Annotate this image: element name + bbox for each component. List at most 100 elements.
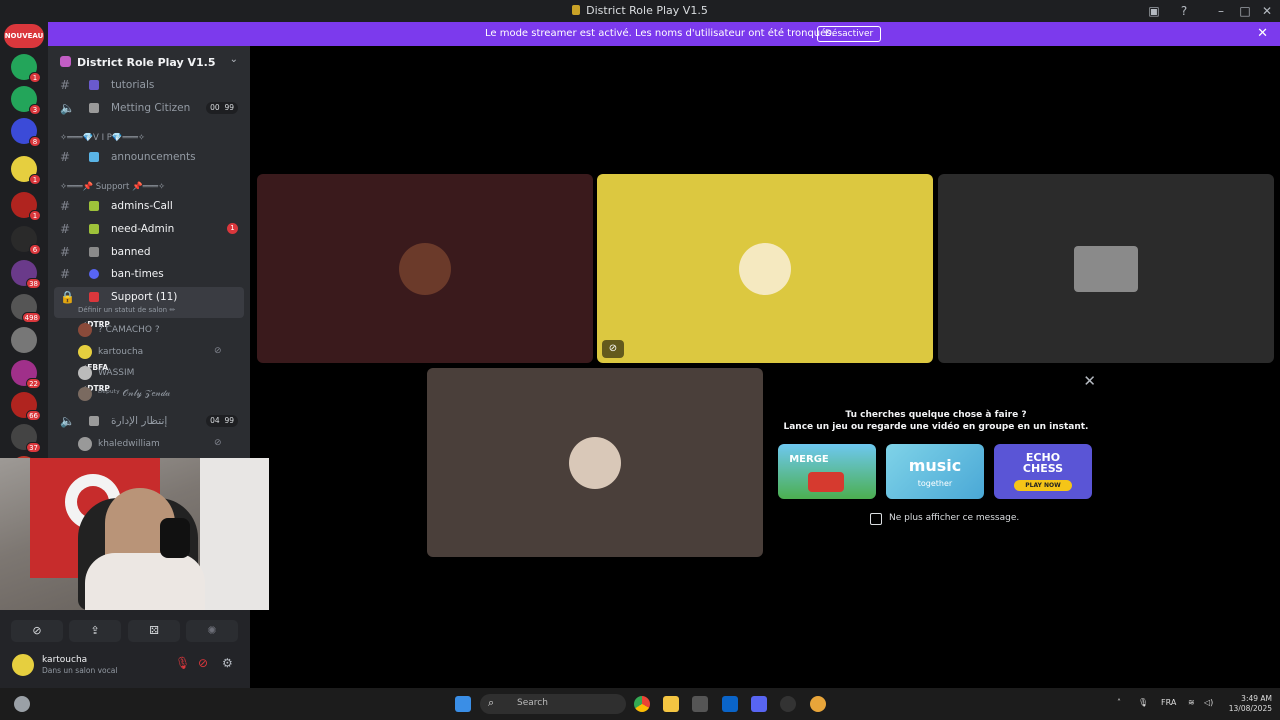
volume-icon[interactable]: ◁) [1204,698,1213,707]
avatar[interactable] [10,652,36,678]
file-explorer-icon[interactable] [663,696,679,712]
minimize-icon[interactable]: – [1213,3,1229,19]
server-icon[interactable]: 38 [11,260,41,289]
notification-badge: 37 [26,442,41,453]
server-icon[interactable]: 37 [11,424,41,453]
screen-share-icon[interactable]: ⇪ [69,620,121,642]
activity-title: Tu cherches quelque chose à faire ? [845,410,1027,420]
hourglass-icon [89,416,99,426]
participant-tile[interactable] [427,368,763,557]
participant-tile[interactable] [938,174,1274,363]
voice-member[interactable]: khaledwilliam ⊘ [78,434,244,454]
gear-icon[interactable]: ⚙ [222,656,233,670]
camera-off-icon[interactable]: ⊘ [11,620,63,642]
clock-icon [89,269,99,279]
channel-announcements[interactable]: # announcements [54,147,244,167]
participant-tile[interactable] [257,174,593,363]
streamer-banner: Le mode streamer est activé. Les noms d'… [48,22,1280,46]
category-support[interactable]: ✧═══📌 Support 📌═══✧ [60,182,165,192]
outlook-icon[interactable] [722,696,738,712]
voice-stage: ⊘ [250,46,1280,688]
channel-emoji-icon [89,80,99,90]
inbox-icon[interactable]: ▣ [1146,3,1162,19]
server-icon[interactable]: 22 [11,360,41,389]
mic-muted-icon[interactable]: 🎙 [175,656,190,670]
banner-close-icon[interactable]: ✕ [1257,26,1268,41]
voice-channel-metting[interactable]: 🔈 Metting Citizen 00 99 [54,98,244,118]
maximize-icon[interactable]: □ [1237,3,1253,19]
activity-music-together[interactable]: music together [886,444,984,499]
hourglass-icon [89,103,99,113]
soundboard-icon[interactable]: ✺ [186,620,238,642]
hash-icon: # [60,267,71,281]
close-icon[interactable]: ✕ [1083,372,1096,390]
headset-deafened-icon[interactable]: ⊘ [198,656,208,670]
new-badge[interactable]: NOUVEAU [4,24,44,48]
voice-member[interactable]: ? CAMACHO ? ⚡DTRP [78,320,244,340]
chrome-icon[interactable] [634,696,650,712]
server-icon[interactable] [11,327,37,353]
app-icon[interactable] [780,696,796,712]
server-icon[interactable]: 6 [11,226,41,255]
avatar [78,437,92,451]
microphone-icon[interactable]: 🎙 [1138,698,1148,707]
search-input[interactable]: ⌕ Search [480,694,626,714]
server-icon[interactable]: 1 [11,54,41,83]
server-icon[interactable]: 1 [11,156,41,185]
activity-icon[interactable]: ⚄ [128,620,180,642]
voice-channel-waiting[interactable]: 🔈 إنتظار الإدارة 04 99 [54,411,244,431]
hash-icon: # [60,78,71,92]
chrome-profile-icon[interactable] [810,696,826,712]
member-name: khaledwilliam [98,439,160,449]
discord-icon[interactable] [751,696,767,712]
channel-ban-times[interactable]: # ban-times [54,264,244,284]
voice-member[interactable]: kartoucha ⊘ [78,342,244,362]
activity-merge[interactable]: MERGE [778,444,876,499]
channel-admins-call[interactable]: # admins-Call [54,196,244,216]
member-name: ? CAMACHO ? [98,325,160,335]
notification-badge: 8 [29,136,41,147]
participant-tile[interactable]: ⊘ [597,174,933,363]
notification-badge: 3 [29,104,41,115]
microphone [160,518,190,558]
truck-icon [808,472,844,492]
dont-show-label[interactable]: Ne plus afficher ce message. [889,513,1019,523]
avatar [78,323,92,337]
disable-streamer-button[interactable]: Désactiver [817,26,882,42]
channel-need-admin[interactable]: # need-Admin 1 [54,219,244,239]
lock-icon: 🔒 [60,290,75,304]
member-name: ᴰᵉᵖᵘᵗʸ 𝒪𝓃𝓁𝓎 𝒵𝑒𝓃𝒹𝒶 [98,389,171,399]
clock[interactable]: 3:49 AM 13/08/2025 [1222,694,1272,714]
user-area: kartoucha Dans un salon vocal 🎙 ⊘ ⚙ [0,650,250,688]
voice-member[interactable]: ᴰᵉᵖᵘᵗʸ 𝒪𝓃𝓁𝓎 𝒵𝑒𝓃𝒹𝒶 ⚡DTRP [78,384,244,404]
window-title: District Role Play V1.5 [0,4,1280,17]
category-vip[interactable]: ✧═══💎V I P💎═══✧ [60,133,145,143]
streamer-shirt [85,553,205,610]
voice-channel-support[interactable]: 🔒 Support (11) Définir un statut de salo… [54,287,244,318]
start-icon[interactable] [455,696,471,712]
chevron-down-icon[interactable]: ⌄ [230,54,238,65]
store-icon[interactable] [692,696,708,712]
close-icon[interactable]: ✕ [1259,3,1275,19]
speaker-icon: 🔈 [60,414,75,428]
widgets-icon[interactable] [14,696,30,712]
help-icon[interactable]: ? [1176,3,1192,19]
diamond-icon [89,152,99,162]
language-indicator[interactable]: FRA [1161,698,1176,707]
server-icon[interactable]: 498 [11,294,41,323]
activity-echo-chess[interactable]: ECHO CHESS PLAY NOW [994,444,1092,499]
channel-banned[interactable]: # banned [54,242,244,262]
dont-show-checkbox[interactable] [870,513,882,525]
channel-tutorials[interactable]: # tutorials [54,75,244,95]
voice-member[interactable]: WASSIM ⚡FBFA [78,363,244,383]
server-icon[interactable]: 66 [11,392,41,421]
participant-avatar [1074,245,1138,292]
server-icon[interactable]: 1 [11,192,41,221]
server-header[interactable]: District Role Play V1.5 ⌄ [48,46,250,78]
chevron-up-icon[interactable]: ˄ [1117,698,1121,707]
channel-status[interactable]: Définir un statut de salon ✏ [78,306,175,314]
server-icon[interactable]: 3 [11,86,41,115]
server-icon[interactable]: 8 [11,118,41,147]
wifi-icon[interactable]: ≋ [1188,698,1195,707]
hash-icon: # [60,245,71,259]
